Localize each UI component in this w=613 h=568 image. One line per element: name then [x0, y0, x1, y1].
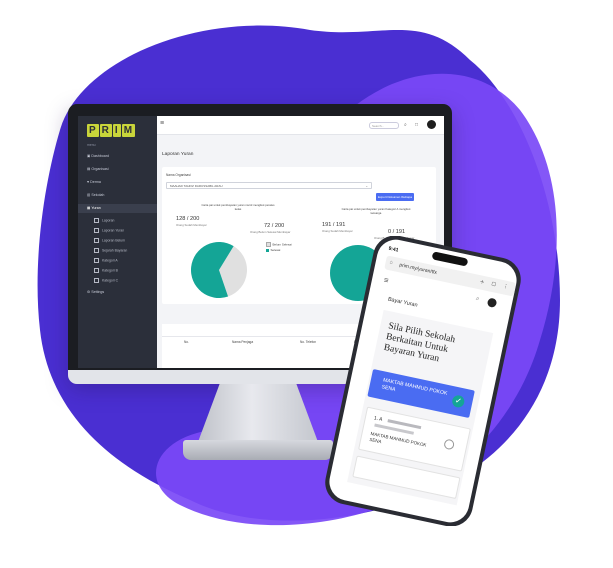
- sidebar-heading: menu: [87, 143, 96, 147]
- search-input[interactable]: Search...: [369, 122, 399, 129]
- org-select[interactable]: MAAHAD TAHFIZ DARUSSABIL ARAU ⌄: [166, 182, 372, 189]
- sidebar-item-label: Derma: [90, 180, 101, 184]
- legend-swatch-teal: [266, 248, 269, 252]
- sidebar-sub-item[interactable]: Laporan Belum: [94, 238, 125, 243]
- sidebar-sub-label: Sejarah Bayaran: [102, 248, 128, 253]
- check-icon: ✓: [451, 394, 466, 409]
- hamburger-icon[interactable]: ≡: [383, 275, 389, 285]
- square-icon: [94, 218, 99, 223]
- sidebar-item-sekolah[interactable]: ▥ Sekolah: [87, 193, 104, 197]
- avatar[interactable]: [486, 297, 498, 309]
- table-header-nama: Nama Penjaga: [232, 340, 254, 344]
- sidebar-sub-label: Laporan: [102, 218, 115, 223]
- search-icon[interactable]: ⌕: [404, 122, 407, 128]
- sidebar-sub-item[interactable]: Laporan Yuran: [94, 228, 124, 233]
- selected-school-label: MAKTAB MAHMUD POKOK SENA: [380, 377, 448, 397]
- legend-item: Belum Selesai: [266, 242, 292, 247]
- search-icon[interactable]: ⌕: [475, 296, 480, 304]
- stage: PRIM menu ▣ Dashboard ▤ Organisasi ♥ Der…: [0, 0, 613, 568]
- phone-address-bar[interactable]: ⌂ prim.my/yuran/tfx ＋ ▢ ⋮: [384, 255, 517, 297]
- fullscreen-icon[interactable]: □: [415, 122, 418, 128]
- sidebar-item-yuran[interactable]: ▦ Yuran: [78, 204, 157, 213]
- add-tab-icon[interactable]: ＋: [479, 278, 485, 286]
- org-select-value: MAAHAD TAHFIZ DARUSSABIL ARAU: [170, 184, 223, 188]
- radio-button[interactable]: [443, 438, 456, 451]
- sidebar-sub-item[interactable]: Sejarah Bayaran: [94, 248, 127, 253]
- legend-item: Selesai: [266, 248, 280, 252]
- phone-section-label: Bayar Yuran: [387, 296, 419, 309]
- phone-url: prim.my/yuran/tfx: [398, 262, 438, 277]
- logo-letter: R: [99, 124, 112, 137]
- phone-time: 9:41: [387, 245, 399, 254]
- logo-letter: P: [87, 124, 99, 137]
- chevron-down-icon: ⌄: [365, 184, 368, 188]
- legend-label: Belum Selesai: [272, 242, 292, 247]
- tabs-icon[interactable]: ▢: [491, 281, 497, 288]
- logo-letter: M: [121, 124, 136, 137]
- kebab-menu-icon[interactable]: ⋮: [503, 283, 509, 290]
- sidebar-item-derma[interactable]: ♥ Derma: [87, 180, 101, 184]
- sidebar-item-label: Sekolah: [91, 193, 105, 197]
- legend-label: Selesai: [270, 248, 281, 252]
- table-header-telefon: No. Telefon: [300, 340, 317, 344]
- sidebar-item-settings[interactable]: ⚙ Settings: [87, 290, 104, 294]
- table-header-no: No.: [184, 340, 189, 344]
- sidebar-sub-label: Kategori B: [102, 268, 118, 273]
- users-icon: [94, 258, 99, 263]
- topbar: ≡ Search... ⌕ □: [157, 116, 444, 135]
- hamburger-icon[interactable]: ≡: [160, 120, 164, 127]
- users-icon: [94, 268, 99, 273]
- sidebar-item-label: Organisasi: [91, 167, 109, 171]
- phone-content: Sila Pilih Sekolah Berkaitan Untuk Bayar…: [347, 309, 494, 506]
- square-icon: [94, 248, 99, 253]
- square-icon: [94, 228, 99, 233]
- sidebar-sub-label: Laporan Yuran: [102, 228, 125, 233]
- home-icon[interactable]: ⌂: [389, 259, 393, 265]
- sidebar-item-label: Settings: [91, 290, 105, 294]
- users-icon: [94, 278, 99, 283]
- sidebar-item-label: Dashboard: [91, 154, 109, 158]
- sidebar-sub-item[interactable]: Kategori B: [94, 268, 118, 273]
- logo-letter: I: [112, 124, 121, 137]
- phone-heading: Sila Pilih Sekolah Berkaitan Untuk Bayar…: [382, 321, 457, 365]
- square-icon: [94, 238, 99, 243]
- sidebar-sub-item[interactable]: Kategori A: [94, 258, 118, 263]
- sidebar-item-dashboard[interactable]: ▣ Dashboard: [87, 154, 109, 158]
- sidebar-sub-label: Laporan Belum: [102, 238, 125, 243]
- sidebar-sub-item[interactable]: Laporan: [94, 218, 114, 223]
- student-title: 1. A: [373, 415, 383, 423]
- sidebar-item-label: Yuran: [91, 206, 101, 210]
- page-title: Laporan Yuran: [162, 152, 194, 157]
- student-school: MAKTAB MAHMUD POKOK SENA: [368, 430, 427, 448]
- legend-swatch-grey: [266, 242, 271, 247]
- prim-logo[interactable]: PRIM: [87, 124, 136, 137]
- sidebar-sub-item[interactable]: Kategori C: [94, 278, 118, 283]
- sidebar-item-organisasi[interactable]: ▤ Organisasi: [87, 167, 109, 171]
- avatar[interactable]: [427, 120, 436, 129]
- sidebar-sub-label: Kategori C: [102, 278, 119, 283]
- sidebar-sub-label: Kategori A: [102, 258, 118, 263]
- sidebar: PRIM menu ▣ Dashboard ▤ Organisasi ♥ Der…: [78, 116, 157, 368]
